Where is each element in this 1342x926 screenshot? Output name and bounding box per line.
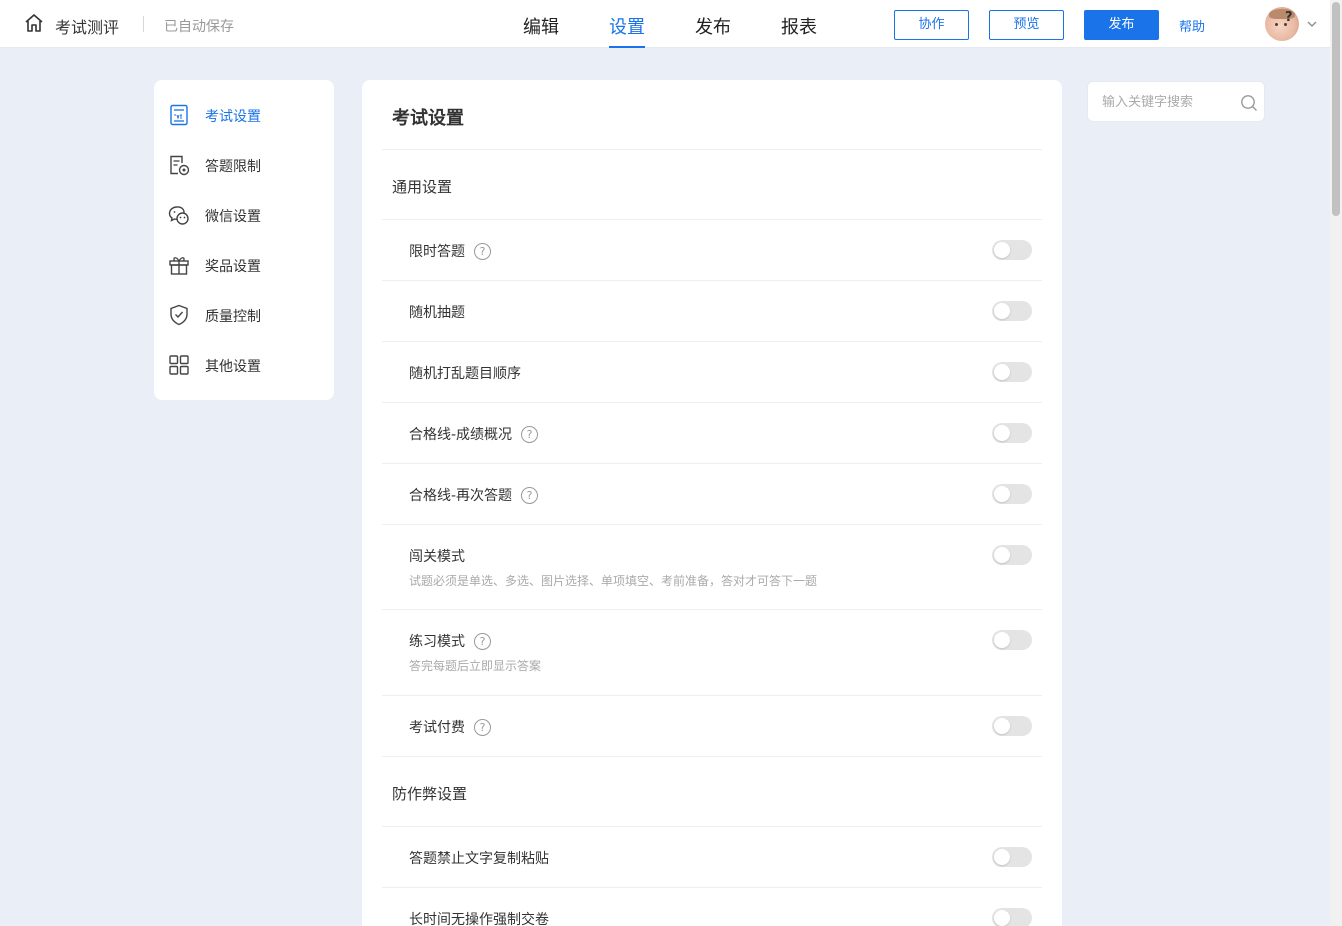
setting-row-time-limit: 限时答题? <box>382 220 1042 281</box>
page-title: 考试设置 <box>392 108 464 129</box>
sidebar-item-label: 答题限制 <box>205 159 261 175</box>
setting-label: 练习模式? <box>409 631 491 651</box>
search-box <box>1087 81 1265 122</box>
save-status: 已自动保存 <box>164 19 234 35</box>
setting-label: 答题禁止文字复制粘贴 <box>409 851 549 867</box>
search-icon[interactable] <box>1240 94 1258 112</box>
setting-label: 合格线-成绩概况? <box>409 424 539 444</box>
sidebar-item-answer-limit[interactable]: 答题限制 <box>154 140 334 190</box>
tab-settings[interactable]: 设置 <box>609 13 645 48</box>
setting-label: 限时答题? <box>409 241 491 261</box>
help-icon[interactable]: ? <box>521 426 539 443</box>
tab-publish[interactable]: 发布 <box>695 13 731 48</box>
setting-row-paid-exam: 考试付费? <box>382 696 1042 757</box>
toggle-switch[interactable] <box>992 908 1032 926</box>
sidebar-item-wechat[interactable]: 微信设置 <box>154 190 334 240</box>
setting-label: 闯关模式 <box>409 549 465 565</box>
wechat-icon <box>168 206 189 225</box>
chevron-down-icon[interactable] <box>1306 18 1318 30</box>
exam-paper-icon <box>170 104 188 126</box>
help-icon[interactable]: ? <box>474 633 491 650</box>
sidebar-item-prize[interactable]: 奖品设置 <box>154 240 334 290</box>
preview-button[interactable]: 预览 <box>989 10 1064 40</box>
sidebar-item-label: 其他设置 <box>205 359 261 375</box>
scrollbar-thumb[interactable] <box>1332 2 1340 216</box>
sidebar-item-label: 奖品设置 <box>205 259 261 275</box>
shield-check-icon <box>170 304 188 326</box>
help-icon[interactable]: ? <box>521 487 539 504</box>
toggle-switch[interactable] <box>992 301 1032 321</box>
tab-edit[interactable]: 编辑 <box>523 13 559 48</box>
sidebar-item-label: 微信设置 <box>205 209 261 225</box>
sidebar-item-other[interactable]: 其他设置 <box>154 340 334 390</box>
setting-label: 考试付费? <box>409 717 491 737</box>
setting-row-pass-line-retry: 合格线-再次答题? <box>382 464 1042 525</box>
header-divider <box>143 16 144 32</box>
setting-row-pass-line-overview: 合格线-成绩概况? <box>382 403 1042 464</box>
setting-row-practice-mode: 练习模式? 答完每题后立即显示答案 <box>382 610 1042 696</box>
sidebar-item-label: 质量控制 <box>205 309 261 325</box>
help-icon[interactable]: ? <box>474 719 491 736</box>
page-scrollbar[interactable] <box>1330 0 1342 926</box>
home-icon[interactable] <box>24 13 44 33</box>
toggle-switch[interactable] <box>992 545 1032 565</box>
toggle-switch[interactable] <box>992 423 1032 443</box>
setting-label: 合格线-再次答题? <box>409 485 539 505</box>
tab-report[interactable]: 报表 <box>781 13 817 48</box>
setting-description: 答完每题后立即显示答案 <box>409 659 542 673</box>
toggle-switch[interactable] <box>992 716 1032 736</box>
avatar[interactable]: ? <box>1265 7 1299 41</box>
setting-label: 随机抽题 <box>409 305 465 321</box>
section-title-general: 通用设置 <box>382 150 1042 220</box>
top-bar: 考试测评 已自动保存 编辑 设置 发布 报表 协作 预览 发布 帮助 ? <box>0 0 1342 48</box>
toggle-switch[interactable] <box>992 362 1032 382</box>
settings-panel: 考试设置 通用设置 限时答题? 随机抽题 随机打乱题目顺序 合格线-成绩概况? … <box>362 80 1062 926</box>
help-link[interactable]: 帮助 <box>1179 16 1205 35</box>
toggle-switch[interactable] <box>992 484 1032 504</box>
setting-label: 随机打乱题目顺序 <box>409 366 521 382</box>
setting-description: 试题必须是单选、多选、图片选择、单项填空、考前准备，答对才可答下一题 <box>409 574 818 588</box>
answer-limit-icon <box>170 155 190 176</box>
toggle-switch[interactable] <box>992 240 1032 260</box>
sidebar-item-exam-settings[interactable]: 考试设置 <box>154 90 334 140</box>
setting-row-idle-auto-submit: 长时间无操作强制交卷 <box>382 888 1042 926</box>
avatar-question-mark: ? <box>1285 10 1293 25</box>
help-icon[interactable]: ? <box>474 243 491 260</box>
setting-row-no-copy-paste: 答题禁止文字复制粘贴 <box>382 827 1042 888</box>
app-title: 考试测评 <box>55 18 120 37</box>
sidebar-item-quality[interactable]: 质量控制 <box>154 290 334 340</box>
toggle-switch[interactable] <box>992 630 1032 650</box>
section-title-anti-cheat: 防作弊设置 <box>382 757 1042 827</box>
grid-icon <box>169 355 189 375</box>
collaborate-button[interactable]: 协作 <box>894 10 969 40</box>
setting-row-shuffle-order: 随机打乱题目顺序 <box>382 342 1042 403</box>
settings-sidebar: 考试设置 答题限制 微信设置 奖品设置 质量控制 其他设置 <box>154 80 334 400</box>
setting-row-level-mode: 闯关模式 试题必须是单选、多选、图片选择、单项填空、考前准备，答对才可答下一题 <box>382 525 1042 610</box>
setting-label: 长时间无操作强制交卷 <box>409 912 549 926</box>
sidebar-item-label: 考试设置 <box>205 109 261 125</box>
setting-row-random-draw: 随机抽题 <box>382 281 1042 342</box>
avatar-eye <box>1275 23 1278 26</box>
toggle-switch[interactable] <box>992 847 1032 867</box>
gift-icon <box>169 257 189 275</box>
search-input[interactable] <box>1102 92 1232 112</box>
publish-button[interactable]: 发布 <box>1084 10 1159 40</box>
